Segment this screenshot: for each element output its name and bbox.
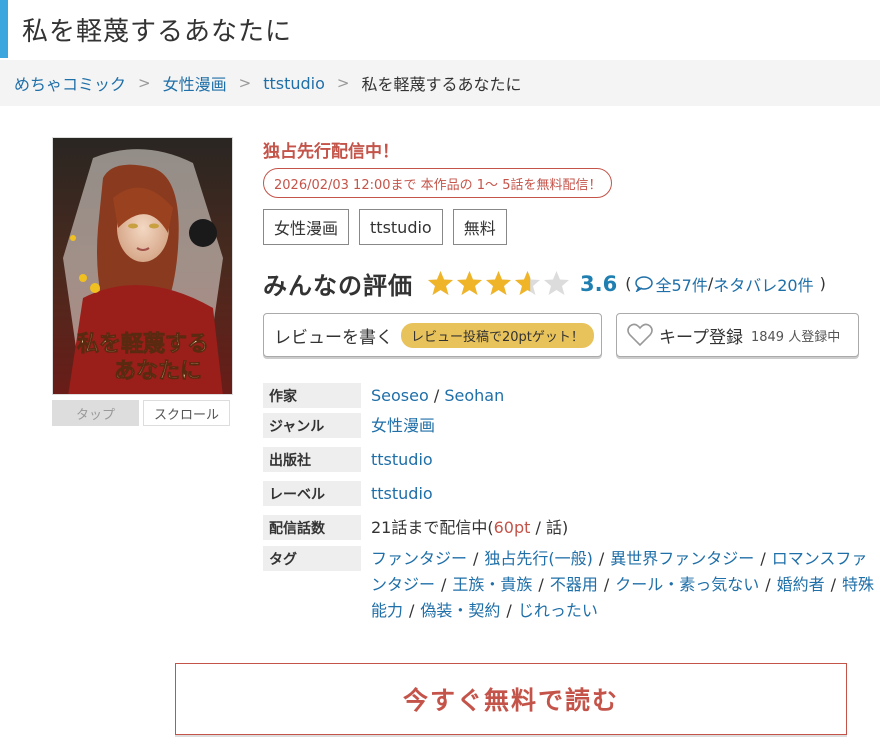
info-row-label: レーベル ttstudio bbox=[263, 481, 880, 506]
info-val-author: Seoseo / Seohan bbox=[371, 383, 504, 408]
episode-price: 60pt bbox=[493, 518, 531, 537]
tab-scroll[interactable]: スクロール bbox=[143, 400, 230, 426]
page-title: 私を軽蔑するあなたに bbox=[22, 16, 293, 47]
keep-button[interactable]: キープ登録 1849 人登録中 bbox=[616, 313, 859, 357]
category-tag-josei[interactable]: 女性漫画 bbox=[263, 209, 350, 245]
breadcrumb-link-publisher[interactable]: ttstudio bbox=[263, 74, 325, 93]
cover-title-line2: あなたに bbox=[114, 358, 202, 384]
category-tag-publisher[interactable]: ttstudio bbox=[359, 209, 443, 245]
heart-icon bbox=[627, 323, 653, 347]
tag-link[interactable]: じれったい bbox=[518, 601, 598, 620]
open-paren: ( bbox=[625, 274, 632, 293]
breadcrumb-link-josei[interactable]: 女性漫画 bbox=[163, 71, 227, 95]
info-row-episodes: 配信話数 21話まで配信中(60pt / 話) bbox=[263, 515, 880, 540]
reader-mode-tabs: タップ スクロール bbox=[52, 400, 230, 426]
tag-link[interactable]: 異世界ファンタジー bbox=[610, 549, 754, 568]
category-tag-free[interactable]: 無料 bbox=[452, 209, 507, 245]
all-reviews-link[interactable]: 全57件 bbox=[655, 272, 707, 296]
tag-separator: / bbox=[765, 575, 771, 594]
author-separator: / bbox=[433, 386, 440, 405]
info-key-episodes: 配信話数 bbox=[263, 515, 361, 540]
info-row-publisher: 出版社 ttstudio bbox=[263, 447, 880, 472]
review-promo-badge: レビュー投稿で20ptゲット！ bbox=[401, 322, 594, 348]
breadcrumb: めちゃコミック > 女性漫画 > ttstudio > 私を軽蔑するあなたに bbox=[0, 60, 880, 106]
episodes-prefix: 21話まで配信中( bbox=[371, 518, 494, 537]
read-free-now-label: 今すぐ無料で読む bbox=[402, 686, 619, 715]
tag-link[interactable]: 王族・貴族 bbox=[452, 575, 532, 594]
tag-link[interactable]: ファンタジー bbox=[371, 549, 467, 568]
tag-link[interactable]: 独占先行(一般) bbox=[484, 549, 593, 568]
chevron-right-icon: > bbox=[336, 74, 350, 92]
info-row-tags: タグ ファンタジー / 独占先行(一般) / 異世界ファンタジー / ロマンスファンタジー /… bbox=[263, 546, 880, 624]
rating-score: 3.6 bbox=[580, 271, 618, 296]
info-key-label: レーベル bbox=[263, 481, 361, 506]
genre-link[interactable]: 女性漫画 bbox=[371, 416, 435, 435]
review-count: ( 全57件 / ネタバレ20件 ) bbox=[625, 272, 826, 296]
tag-separator: / bbox=[441, 575, 447, 594]
info-key-genre: ジャンル bbox=[263, 413, 361, 438]
breadcrumb-link-mechacomic[interactable]: めちゃコミック bbox=[14, 71, 126, 95]
tag-separator: / bbox=[409, 601, 415, 620]
spoiler-reviews-link[interactable]: ネタバレ20件 bbox=[713, 272, 813, 296]
breadcrumb-current: 私を軽蔑するあなたに bbox=[361, 75, 522, 94]
cover-image[interactable]: 私を軽蔑する あなたに bbox=[52, 137, 233, 395]
free-campaign-banner: 2026/02/03 12:00まで 本作品の 1～ 5話を無料配信！ bbox=[263, 168, 613, 198]
tag-link[interactable]: 不器用 bbox=[550, 575, 598, 594]
label-link[interactable]: ttstudio bbox=[371, 484, 433, 503]
info-row-author: 作家 Seoseo / Seohan bbox=[263, 383, 880, 408]
tag-link[interactable]: クール・素っ気ない bbox=[615, 575, 759, 594]
tag-separator: / bbox=[760, 549, 766, 568]
star-icon bbox=[428, 271, 453, 295]
exclusive-label: 独占先行配信中！ bbox=[263, 142, 399, 162]
cover-title-line1: 私を軽蔑する bbox=[77, 331, 209, 357]
author-link-2[interactable]: Seohan bbox=[444, 386, 504, 405]
info-val-episodes: 21話まで配信中(60pt / 話) bbox=[371, 515, 568, 540]
comment-bubble-icon bbox=[635, 275, 654, 292]
rating-label: みんなの評価 bbox=[263, 272, 413, 300]
episodes-suffix: / 話) bbox=[530, 518, 569, 537]
info-key-author: 作家 bbox=[263, 383, 361, 408]
author-link-1[interactable]: Seoseo bbox=[371, 386, 429, 405]
star-icon bbox=[457, 271, 482, 295]
tag-separator: / bbox=[506, 601, 512, 620]
publisher-link[interactable]: ttstudio bbox=[371, 450, 433, 469]
tag-separator: / bbox=[473, 549, 479, 568]
close-paren: ) bbox=[819, 274, 826, 293]
keep-count: 1849 人登録中 bbox=[750, 329, 841, 345]
rating-stars bbox=[427, 270, 572, 297]
star-icon bbox=[486, 271, 511, 295]
category-tags: 女性漫画 ttstudio 無料 bbox=[263, 209, 507, 245]
info-key-tags: タグ bbox=[263, 546, 361, 571]
keep-label: キープ登録 bbox=[659, 327, 743, 348]
tag-link[interactable]: 婚約者 bbox=[777, 575, 825, 594]
star-icon bbox=[544, 271, 569, 295]
star-icon bbox=[515, 271, 540, 295]
tag-separator: / bbox=[598, 549, 605, 568]
chevron-right-icon: > bbox=[238, 74, 252, 92]
info-key-publisher: 出版社 bbox=[263, 447, 361, 472]
title-bar: 私を軽蔑するあなたに bbox=[0, 0, 880, 58]
rating-row: みんなの評価 3.6 ( 全57件 / ネタバレ20件 ) bbox=[263, 266, 826, 301]
chevron-right-icon: > bbox=[138, 74, 151, 92]
tag-separator: / bbox=[538, 575, 544, 594]
read-free-now-button[interactable]: 今すぐ無料で読む bbox=[175, 663, 847, 735]
write-review-button[interactable]: レビューを書く レビュー投稿で20ptゲット！ bbox=[263, 313, 602, 357]
tab-tap[interactable]: タップ bbox=[52, 400, 139, 426]
info-row-genre: ジャンル 女性漫画 bbox=[263, 413, 880, 438]
tag-separator: / bbox=[830, 575, 837, 594]
cover-art: 私を軽蔑する あなたに bbox=[53, 138, 232, 394]
tag-separator: / bbox=[603, 575, 610, 594]
write-review-label: レビューを書く bbox=[274, 327, 393, 348]
tag-list: ファンタジー / 独占先行(一般) / 異世界ファンタジー / ロマンスファンタジー / 王族・… bbox=[371, 546, 876, 624]
info-table: 作家 Seoseo / Seohan ジャンル 女性漫画 出版社 ttstudi… bbox=[263, 380, 880, 624]
tag-link[interactable]: 偽装・契約 bbox=[420, 601, 500, 620]
